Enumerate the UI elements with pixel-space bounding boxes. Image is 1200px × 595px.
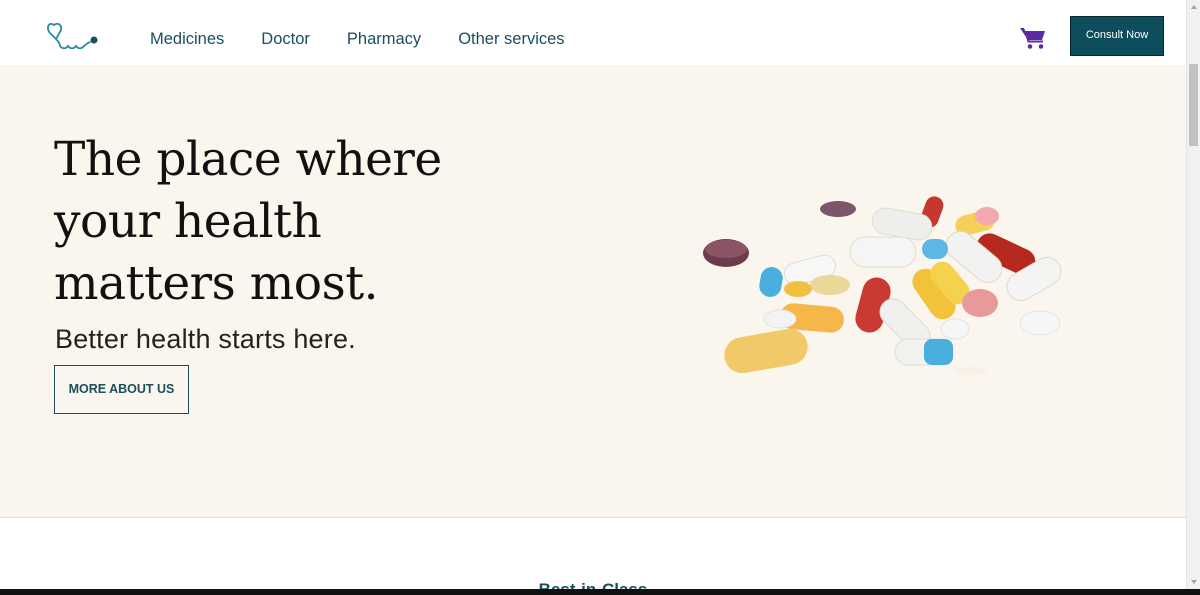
pills-image xyxy=(703,196,1062,373)
nav-medicines[interactable]: Medicines xyxy=(150,28,224,50)
site-header: Medicines Doctor Pharmacy Other services… xyxy=(0,0,1186,65)
main-nav: Medicines Doctor Pharmacy Other services xyxy=(150,28,565,50)
nav-other-services[interactable]: Other services xyxy=(458,28,564,50)
shopping-cart-icon[interactable] xyxy=(1019,26,1047,50)
consult-now-button[interactable]: Consult Now xyxy=(1070,16,1164,56)
vertical-scrollbar[interactable] xyxy=(1186,0,1200,589)
hero-title: The place where your health matters most… xyxy=(54,132,442,311)
nav-doctor[interactable]: Doctor xyxy=(261,28,310,50)
hero-subtitle: Better health starts here. xyxy=(55,324,356,354)
page: Medicines Doctor Pharmacy Other services… xyxy=(0,0,1200,595)
scroll-up-arrow-icon[interactable] xyxy=(1187,0,1200,14)
hero-section: The place where your health matters most… xyxy=(0,65,1186,517)
bottom-edge xyxy=(0,589,1200,595)
stethoscope-icon[interactable] xyxy=(46,19,102,55)
scroll-down-arrow-icon[interactable] xyxy=(1187,575,1200,589)
scrollbar-thumb[interactable] xyxy=(1189,64,1198,146)
section-divider xyxy=(0,517,1186,518)
nav-pharmacy[interactable]: Pharmacy xyxy=(347,28,421,50)
more-about-us-button[interactable]: MORE ABOUT US xyxy=(54,365,189,414)
